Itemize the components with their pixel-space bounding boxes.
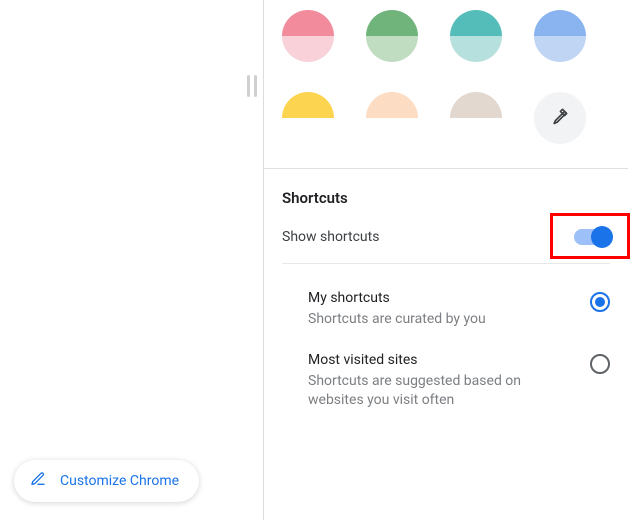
theme-swatch-3[interactable] (534, 10, 586, 62)
shortcut-option-1[interactable]: Most visited sites Shortcuts are suggeste… (264, 342, 628, 423)
show-shortcuts-toggle[interactable] (574, 229, 610, 245)
customize-chrome-label: Customize Chrome (60, 473, 179, 489)
customize-panel: Shortcuts Show shortcuts My shortcuts Sho… (263, 0, 628, 520)
pencil-icon (30, 471, 46, 491)
option-radio[interactable] (590, 292, 610, 312)
custom-color-picker[interactable] (534, 92, 586, 144)
option-desc: Shortcuts are suggested based on website… (308, 372, 538, 411)
theme-swatch-4[interactable] (282, 92, 334, 144)
shortcuts-section-title: Shortcuts (282, 189, 610, 207)
show-shortcuts-label: Show shortcuts (282, 229, 379, 245)
option-desc: Shortcuts are curated by you (308, 310, 486, 330)
divider (282, 263, 610, 264)
show-shortcuts-row: Show shortcuts (282, 229, 610, 245)
theme-swatch-0[interactable] (282, 10, 334, 62)
shortcut-option-0[interactable]: My shortcuts Shortcuts are curated by you (264, 280, 628, 342)
eyedropper-icon (550, 106, 570, 130)
theme-swatch-1[interactable] (366, 10, 418, 62)
option-radio[interactable] (590, 354, 610, 374)
theme-swatch-6[interactable] (450, 92, 502, 144)
option-title: My shortcuts (308, 290, 486, 306)
theme-color-grid (264, 0, 628, 169)
shortcuts-section: Shortcuts Show shortcuts (264, 169, 628, 245)
theme-swatch-2[interactable] (450, 10, 502, 62)
panel-resize-handle[interactable] (247, 75, 257, 97)
option-title: Most visited sites (308, 352, 538, 368)
theme-swatch-5[interactable] (366, 92, 418, 144)
customize-chrome-button[interactable]: Customize Chrome (14, 460, 199, 502)
